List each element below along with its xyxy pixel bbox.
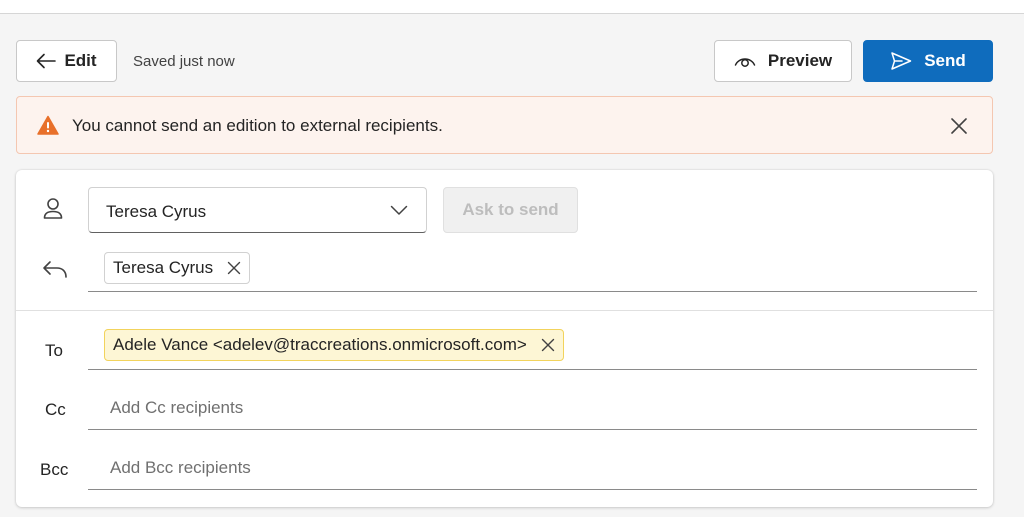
ask-to-send-button[interactable]: Ask to send — [443, 187, 578, 233]
dismiss-warning-button[interactable] — [950, 117, 968, 140]
chevron-down-icon — [390, 205, 408, 215]
save-status: Saved just now — [133, 53, 235, 70]
reply-to-chip[interactable]: Teresa Cyrus — [104, 252, 251, 284]
close-icon — [541, 338, 555, 352]
close-icon — [227, 261, 241, 275]
edit-button-label: Edit — [64, 51, 97, 70]
preview-button[interactable]: Preview — [714, 40, 852, 82]
send-icon — [891, 52, 912, 70]
cc-label: Cc — [45, 400, 66, 419]
bcc-field-underline — [88, 489, 977, 490]
section-divider — [16, 310, 993, 311]
to-recipient-chip[interactable]: Adele Vance <adelev@traccreations.onmicr… — [104, 329, 564, 361]
bcc-label: Bcc — [40, 460, 69, 479]
send-button-label: Send — [924, 51, 966, 70]
bcc-input[interactable]: Add Bcc recipients — [110, 458, 251, 478]
cc-field-underline — [88, 429, 977, 430]
close-icon — [951, 118, 967, 134]
warning-message: You cannot send an edition to external r… — [72, 116, 443, 135]
reply-to-underline — [88, 291, 977, 292]
compose-card: Teresa Cyrus Ask to send Teresa Cyrus To… — [16, 170, 993, 507]
cc-input[interactable]: Add Cc recipients — [110, 398, 243, 418]
from-selected-value: Teresa Cyrus — [106, 202, 207, 221]
edit-button[interactable]: Edit — [16, 40, 117, 82]
arrow-left-icon — [37, 53, 57, 69]
remove-reply-to-button[interactable] — [227, 261, 241, 275]
top-bar — [0, 0, 1024, 14]
preview-button-label: Preview — [767, 51, 833, 70]
to-recipient-chip-label: Adele Vance <adelev@traccreations.onmicr… — [113, 335, 527, 354]
person-icon — [43, 198, 63, 219]
to-field-underline — [88, 369, 977, 370]
to-label: To — [45, 341, 63, 360]
reply-to-chip-label: Teresa Cyrus — [113, 258, 214, 277]
remove-to-recipient-button[interactable] — [541, 338, 555, 352]
send-button[interactable]: Send — [863, 40, 993, 82]
reply-icon — [43, 261, 67, 278]
warning-icon — [37, 115, 59, 135]
from-dropdown[interactable]: Teresa Cyrus — [88, 187, 427, 233]
eye-icon — [734, 58, 756, 67]
warning-banner: You cannot send an edition to external r… — [16, 96, 993, 154]
